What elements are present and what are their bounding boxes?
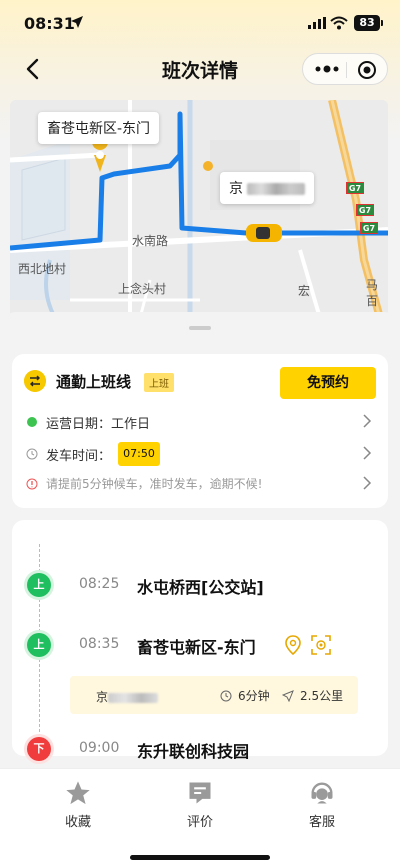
line-tag: 上班 (144, 373, 174, 392)
stop-name: 水屯桥西[公交站] (137, 578, 264, 597)
map-label-bai: 百 (366, 294, 379, 308)
green-dot-icon (27, 417, 37, 427)
car-info-box: 京 6分钟 2.5公里 (70, 676, 358, 714)
stop-time: 09:00 (79, 740, 120, 756)
highway-g7-badge: G7 (356, 204, 374, 216)
star-icon (66, 781, 90, 805)
map-car-plate: 京 (229, 181, 243, 197)
notice-row[interactable]: 请提前5分钟候车，准时发车，逾期不候! (24, 472, 376, 496)
stop-name: 东升联创科技园 (137, 742, 250, 761)
customer-service-icon (311, 782, 333, 804)
clock-icon (26, 448, 38, 460)
map-label-ma: 马 (366, 278, 379, 292)
depart-time-label: 发车时间： (46, 449, 112, 464)
battery-indicator: 83 (354, 15, 383, 31)
car-plate: 京 (96, 688, 159, 705)
line-info-card: 通勤上班线 上班 免预约 运营日期：工作日 发车时间： 07:50 请提前5分钟… (12, 354, 388, 508)
wifi-icon (330, 16, 348, 30)
location-pin-icon[interactable] (282, 634, 304, 656)
notice-text: 请提前5分钟候车，准时发车，逾期不候! (46, 477, 263, 491)
stop-time: 08:25 (79, 576, 120, 592)
stop-time: 08:35 (79, 636, 120, 652)
route-swap-icon (24, 370, 46, 392)
status-time: 08:31 (24, 14, 75, 33)
miniprogram-capsule (302, 53, 388, 85)
highway-g7-badge: G7 (360, 222, 378, 234)
stop-name: 畜苍屯新区-东门 (137, 638, 256, 657)
close-target-icon[interactable] (357, 60, 377, 80)
scan-view-icon[interactable] (310, 634, 332, 656)
free-reservation-button[interactable]: 免预约 (280, 367, 376, 399)
map-label-hong: 宏 (298, 284, 311, 298)
more-dots-icon[interactable] (315, 63, 339, 75)
chevron-right-icon (363, 414, 372, 428)
tab-label: 收藏 (64, 815, 91, 830)
depart-time-pill: 07:50 (118, 442, 160, 466)
tab-review[interactable]: 评价 (160, 779, 240, 830)
status-bar: 08:31 83 (0, 0, 400, 44)
nav-bar: 班次详情 (0, 44, 400, 96)
sheet-drag-handle[interactable] (189, 326, 211, 330)
depart-time-row[interactable]: 发车时间： 07:50 (24, 442, 376, 466)
detail-sheet: 通勤上班线 上班 免预约 运营日期：工作日 发车时间： 07:50 请提前5分钟… (0, 312, 400, 778)
board-badge: 上 (27, 633, 51, 657)
map-label-shuinan: 水南路 (132, 234, 169, 248)
map-car-callout: 京 (220, 172, 314, 204)
tab-label: 客服 (308, 815, 335, 830)
warning-icon (26, 478, 38, 490)
chevron-right-icon (363, 446, 372, 460)
tab-favorite[interactable]: 收藏 (38, 779, 118, 830)
stop-item[interactable]: 上 08:35 畜苍屯新区-东门 (24, 630, 376, 660)
duration: 6分钟 (220, 687, 270, 704)
line-name: 通勤上班线 (56, 373, 132, 391)
location-arrow-icon (71, 16, 83, 28)
stops-card: 上 08:25 水屯桥西[公交站] 上 08:35 畜苍屯新区-东门 京 6分钟 (12, 520, 388, 761)
operate-date-label: 运营日期：工作日 (46, 417, 151, 432)
alight-badge: 下 (27, 737, 51, 761)
navigation-arrow-icon (281, 690, 294, 703)
stop-item[interactable]: 下 09:00 东升联创科技园 (24, 734, 376, 764)
map-label-xibei: 西北地村 (18, 262, 67, 276)
home-indicator (130, 855, 270, 860)
tab-label: 评价 (186, 815, 213, 830)
tab-customer-service[interactable]: 客服 (282, 779, 362, 830)
comment-icon (189, 782, 211, 804)
board-badge: 上 (27, 573, 51, 597)
stop-item[interactable]: 上 08:25 水屯桥西[公交站] (24, 570, 376, 600)
map-stop-callout: 畜苍屯新区-东门 (38, 112, 160, 144)
chevron-right-icon (363, 476, 372, 490)
blurred-plate (247, 183, 305, 195)
clock-icon (220, 690, 232, 702)
signal-icon (308, 17, 326, 29)
bottom-tab-bar: 收藏 评价 客服 (0, 768, 400, 866)
capsule-divider (346, 62, 347, 78)
map-label-shangnian: 上念头村 (118, 282, 167, 296)
route-map[interactable]: 畜苍屯新区-东门 京 水南路 西北地村 上念头村 宏 马 百 G7 G7 G7 (10, 100, 388, 318)
highway-g7-badge: G7 (346, 182, 364, 194)
operate-date-row[interactable]: 运营日期：工作日 (24, 410, 376, 434)
distance: 2.5公里 (281, 687, 343, 704)
